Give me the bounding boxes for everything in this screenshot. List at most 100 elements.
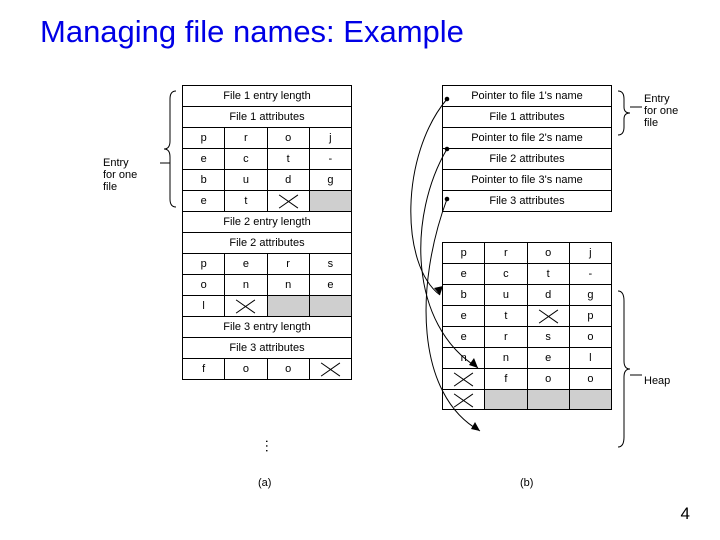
table-row: budg [443, 285, 612, 306]
ellipsis-a: ··· [260, 439, 276, 453]
table-row: Pointer to file 3's name [443, 170, 612, 191]
table-cell: e [443, 327, 485, 348]
table-cell: r [225, 128, 267, 149]
table-cell: n [225, 275, 267, 296]
table-cell: g [569, 285, 611, 306]
label-right-heap: Heap [644, 375, 670, 387]
table-cell [485, 390, 527, 410]
table-row: Pointer to file 1's name [443, 86, 612, 107]
table-cell: n [485, 348, 527, 369]
table-cell: u [225, 170, 267, 191]
table-row: ect- [183, 149, 352, 170]
table-cell: p [183, 128, 225, 149]
table-cell [443, 390, 485, 410]
table-cell: o [569, 327, 611, 348]
table-row-span: File 1 entry length [183, 86, 352, 107]
table-cell: e [183, 149, 225, 170]
page-title: Managing file names: Example [0, 0, 720, 50]
table-row: Pointer to file 2's name [443, 128, 612, 149]
table-row: l [183, 296, 352, 317]
table-row: budg [183, 170, 352, 191]
table-cell: p [443, 243, 485, 264]
table-row: et [183, 191, 352, 212]
label-right-top: Entry for one file [644, 93, 704, 129]
table-cell: - [569, 264, 611, 285]
table-cell: c [485, 264, 527, 285]
table-row: File 3 entry length [183, 317, 352, 338]
table-cell: t [527, 264, 569, 285]
table-b-top: Pointer to file 1's nameFile 1 attribute… [442, 85, 612, 212]
table-cell: e [183, 191, 225, 212]
table-cell: d [527, 285, 569, 306]
table-cell: e [225, 254, 267, 275]
table-cell [527, 390, 569, 410]
table-row: erso [443, 327, 612, 348]
table-row: File 3 attributes [443, 191, 612, 212]
table-cell: o [527, 369, 569, 390]
table-cell: g [309, 170, 351, 191]
table-cell: r [485, 243, 527, 264]
table-row: File 1 attributes [183, 107, 352, 128]
label-left-bracket: Entry for one file [103, 157, 163, 193]
table-cell [267, 191, 309, 212]
table-cell: p [183, 254, 225, 275]
table-cell: o [527, 243, 569, 264]
table-cell: r [485, 327, 527, 348]
table-b-heap: project-budgetpersonnelfoo [442, 242, 612, 410]
table-row: proj [183, 128, 352, 149]
table-row: nnel [443, 348, 612, 369]
table-cell: f [485, 369, 527, 390]
table-cell [569, 390, 611, 410]
table-row-span: File 3 attributes [183, 338, 352, 359]
table-row: etp [443, 306, 612, 327]
page-number: 4 [681, 504, 690, 524]
table-cell: e [443, 264, 485, 285]
table-cell: t [225, 191, 267, 212]
table-row: proj [443, 243, 612, 264]
column-a: File 1 entry lengthFile 1 attributesproj… [182, 85, 352, 380]
table-row: foo [183, 359, 352, 380]
table-cell: u [485, 285, 527, 306]
table-row: File 1 attributes [443, 107, 612, 128]
table-cell: e [443, 306, 485, 327]
table-cell: n [267, 275, 309, 296]
table-cell: l [569, 348, 611, 369]
table-cell: j [309, 128, 351, 149]
table-cell: o [569, 369, 611, 390]
table-cell: e [309, 275, 351, 296]
table-row-span: File 2 entry length [183, 212, 352, 233]
table-row: File 3 attributes [183, 338, 352, 359]
table-row: File 1 entry length [183, 86, 352, 107]
table-row-span: Pointer to file 3's name [443, 170, 612, 191]
table-row-span: File 3 attributes [443, 191, 612, 212]
caption-a: (a) [258, 477, 271, 489]
table-cell: r [267, 254, 309, 275]
table-cell: s [527, 327, 569, 348]
table-cell: f [183, 359, 225, 380]
table-cell: b [443, 285, 485, 306]
diagram-stage: File 1 entry lengthFile 1 attributesproj… [0, 85, 720, 505]
table-cell [267, 296, 309, 317]
table-row: foo [443, 369, 612, 390]
table-cell [309, 359, 351, 380]
table-cell: o [267, 359, 309, 380]
table-cell [527, 306, 569, 327]
table-row: onne [183, 275, 352, 296]
table-cell [309, 296, 351, 317]
table-row-span: File 1 attributes [183, 107, 352, 128]
column-b: Pointer to file 1's nameFile 1 attribute… [442, 85, 612, 410]
table-cell: c [225, 149, 267, 170]
table-row: ect- [443, 264, 612, 285]
table-cell: s [309, 254, 351, 275]
table-row-span: Pointer to file 2's name [443, 128, 612, 149]
table-row: File 2 attributes [443, 149, 612, 170]
table-cell [225, 296, 267, 317]
table-row: File 2 entry length [183, 212, 352, 233]
table-cell: t [485, 306, 527, 327]
table-cell: l [183, 296, 225, 317]
table-row-span: Pointer to file 1's name [443, 86, 612, 107]
table-cell: b [183, 170, 225, 191]
table-row-span: File 1 attributes [443, 107, 612, 128]
table-row-span: File 3 entry length [183, 317, 352, 338]
table-cell [443, 369, 485, 390]
